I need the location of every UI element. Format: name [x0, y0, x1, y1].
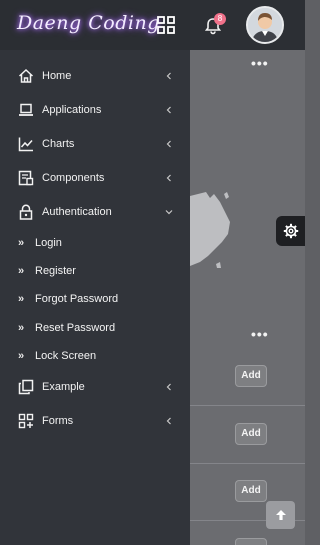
chevron-left-icon [166, 174, 171, 182]
row-divider [190, 405, 305, 406]
sidebar-item-label: Example [42, 381, 85, 393]
sidebar-subitem-register[interactable]: » Register [0, 257, 190, 285]
double-chevron-right-icon: » [18, 265, 24, 277]
home-icon [18, 68, 34, 84]
sidebar-item-label: Authentication [42, 206, 112, 218]
brand-logo[interactable]: Daeng Coding [17, 12, 160, 34]
add-button[interactable]: Add [235, 423, 267, 445]
add-button[interactable] [235, 538, 267, 545]
sidebar-subitem-login[interactable]: » Login [0, 229, 190, 257]
double-chevron-right-icon: » [18, 237, 24, 249]
sidebar-item-components[interactable]: Components [0, 161, 190, 195]
sidebar-subitem-label: Reset Password [35, 322, 116, 334]
sidebar-item-label: Components [42, 172, 105, 184]
sidebar-item-charts[interactable]: Charts [0, 127, 190, 161]
sidebar-subitem-label: Lock Screen [35, 350, 97, 362]
theme-settings-button[interactable] [276, 216, 305, 246]
sidebar-item-label: Home [42, 70, 72, 82]
sidebar-item-label: Forms [42, 415, 74, 427]
world-map-fragment [190, 192, 230, 268]
brand-header: Daeng Coding [0, 0, 190, 50]
sidebar-item-applications[interactable]: Applications [0, 93, 190, 127]
add-button[interactable]: Add [235, 365, 267, 387]
list-more-icon[interactable]: ••• [251, 327, 269, 341]
grid-plus-icon [18, 413, 34, 429]
notification-badge: 8 [214, 13, 226, 25]
components-icon [18, 170, 34, 186]
arrow-up-icon [275, 510, 286, 520]
card-more-icon[interactable]: ••• [251, 56, 269, 70]
chevron-down-icon [165, 210, 173, 215]
row-divider [190, 463, 305, 464]
gear-icon [283, 223, 298, 239]
double-chevron-right-icon: » [18, 350, 24, 362]
user-avatar[interactable] [246, 6, 284, 44]
sidebar-item-label: Charts [42, 138, 75, 150]
sidebar-subitem-forgot-password[interactable]: » Forgot Password [0, 285, 190, 313]
lock-icon [18, 204, 34, 220]
sidebar-item-label: Applications [42, 104, 102, 116]
double-chevron-right-icon: » [18, 293, 24, 305]
chevron-left-icon [166, 417, 171, 425]
sidebar-item-authentication[interactable]: Authentication [0, 195, 190, 229]
chevron-left-icon [166, 106, 171, 114]
sidebar-subitem-label: Login [35, 237, 62, 249]
apps-grid-icon[interactable] [157, 16, 175, 34]
sidebar-subitem-reset-password[interactable]: » Reset Password [0, 314, 190, 342]
copy-icon [18, 379, 34, 395]
sidebar-subitem-label: Forgot Password [35, 293, 119, 305]
chevron-left-icon [166, 383, 171, 391]
sidebar-item-forms[interactable]: Forms [0, 404, 190, 438]
add-button[interactable]: Add [235, 480, 267, 502]
sidebar-item-home[interactable]: Home [0, 59, 190, 93]
sidebar-item-example[interactable]: Example [0, 370, 190, 404]
sidebar-subitem-label: Register [35, 265, 76, 277]
sidebar-subitem-lock-screen[interactable]: » Lock Screen [0, 342, 190, 370]
chart-line-icon [18, 136, 34, 152]
laptop-icon [18, 102, 34, 118]
chevron-left-icon [166, 140, 171, 148]
scroll-to-top-button[interactable] [266, 501, 295, 529]
sidebar: Daeng Coding Home Applications Charts Co… [0, 0, 190, 545]
double-chevron-right-icon: » [18, 322, 24, 334]
chevron-left-icon [166, 72, 171, 80]
